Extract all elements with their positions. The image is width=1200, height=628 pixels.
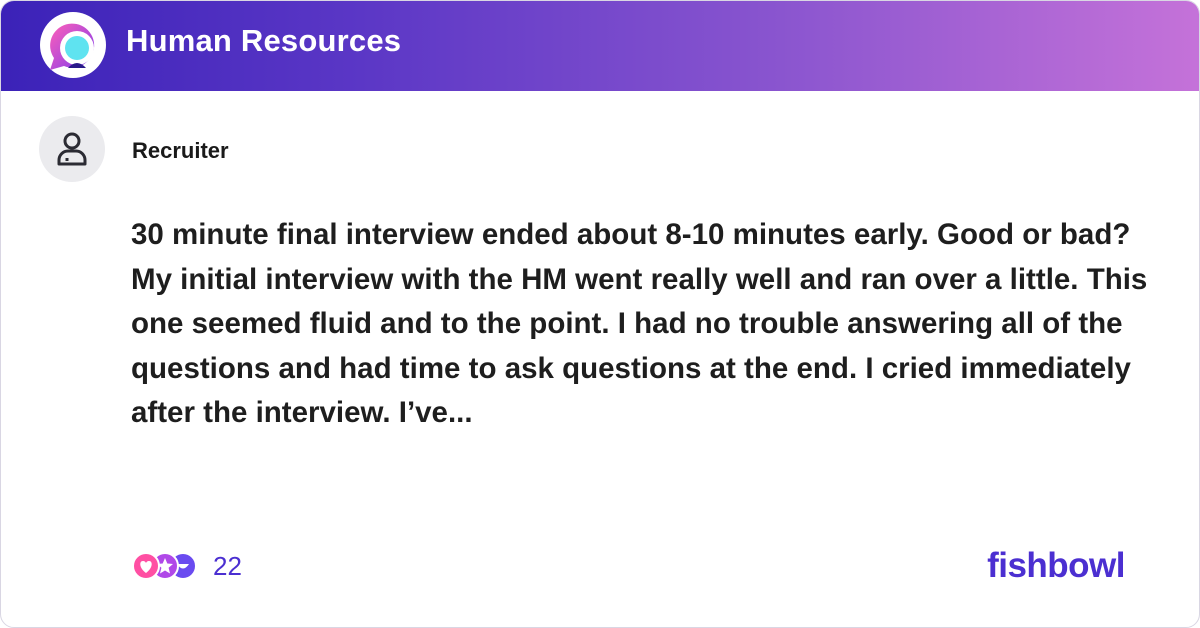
person-icon bbox=[57, 132, 87, 166]
reactions[interactable]: 22 bbox=[131, 551, 242, 581]
fishbowl-logo[interactable]: fishbowl bbox=[987, 546, 1125, 586]
reaction-icons bbox=[132, 552, 197, 580]
reaction-count: 22 bbox=[213, 550, 242, 581]
bowl-chat-icon bbox=[40, 12, 106, 78]
heart-reaction-icon bbox=[132, 552, 160, 580]
post-text[interactable]: 30 minute final interview ended about 8-… bbox=[131, 213, 1161, 436]
bowl-title[interactable]: Human Resources bbox=[126, 23, 401, 59]
avatar[interactable] bbox=[39, 116, 105, 182]
bowl-header[interactable]: Human Resources bbox=[1, 1, 1199, 91]
post-share-card: Human Resources Recruiter 30 minute fina… bbox=[0, 0, 1200, 628]
author-name: Recruiter bbox=[132, 138, 229, 163]
